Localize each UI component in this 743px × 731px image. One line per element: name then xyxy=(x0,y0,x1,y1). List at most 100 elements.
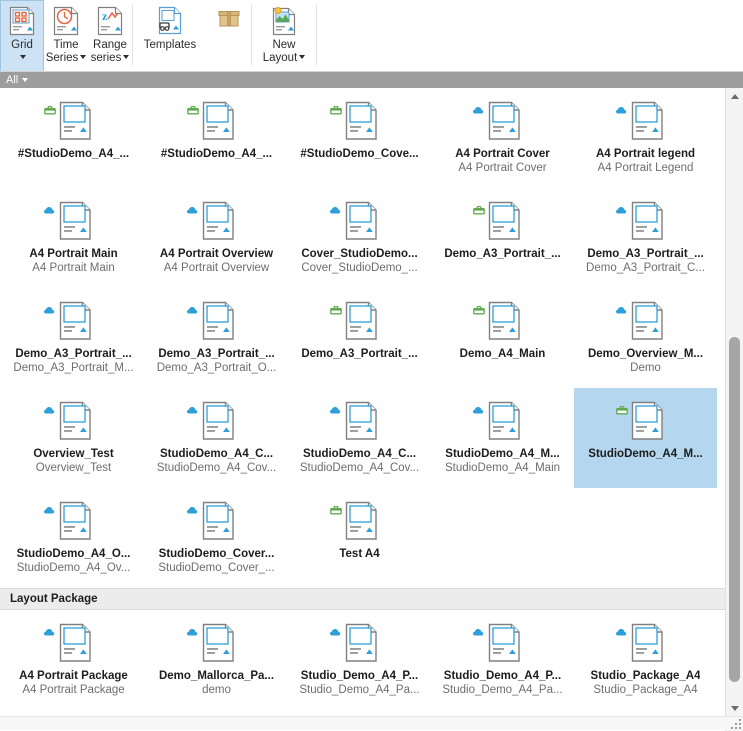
layout-thumbnail-cloud-icon xyxy=(43,621,104,666)
gallery-item[interactable]: StudioDemo_A4_M... xyxy=(574,388,717,488)
gallery-item[interactable]: Overview_Test Overview_Test xyxy=(2,388,145,488)
layout-thumbnail-cloud-icon xyxy=(472,99,533,144)
scrollbar-thumb[interactable] xyxy=(729,337,740,683)
gallery-item-subtitle: A4 Portrait Overview xyxy=(163,262,270,274)
gallery-item[interactable]: Studio_Demo_A4_P... Studio_Demo_A4_Pa... xyxy=(431,610,574,710)
range-series-dropdown-caret-icon[interactable] xyxy=(123,54,130,59)
gallery-item[interactable]: Demo_Mallorca_Pa...demo xyxy=(145,610,288,710)
resize-grip[interactable] xyxy=(729,717,741,729)
gallery-item[interactable]: A4 Portrait Cover A4 Portrait Cover xyxy=(431,88,574,188)
gallery-item-subtitle: Cover_StudioDemo_... xyxy=(301,262,418,274)
package-button[interactable] xyxy=(207,0,251,71)
gallery-item[interactable]: A4 Portrait Package A4 Portrait Package xyxy=(2,610,145,710)
new-layout-button[interactable]: New Layout xyxy=(252,0,316,71)
filter-all-dropdown[interactable]: All xyxy=(6,74,29,86)
scroll-up-button[interactable] xyxy=(726,88,743,105)
gallery-item-subtitle: Demo_A3_Portrait_C... xyxy=(586,262,705,274)
gallery-item[interactable]: #StudioDemo_A4_... xyxy=(145,88,288,188)
gallery-item-subtitle: A4 Portrait Main xyxy=(32,262,115,274)
gallery-item-subtitle: Studio_Demo_A4_Pa... xyxy=(442,684,563,696)
gallery-item-title: #StudioDemo_Cove... xyxy=(300,148,419,160)
layout-thumbnail-cloud-icon xyxy=(472,399,533,444)
gallery-item-title: StudioDemo_A4_M... xyxy=(588,448,703,460)
gallery-item[interactable]: A4 Portrait legend A4 Portrait Legend xyxy=(574,88,717,188)
grid-dropdown-caret-icon[interactable] xyxy=(18,53,26,62)
chevron-up-icon xyxy=(730,94,739,99)
gallery-item-title: Demo_Mallorca_Pa... xyxy=(158,670,275,682)
new-layout-icon xyxy=(268,4,300,38)
layout-thumbnail-cloud-icon xyxy=(329,199,390,244)
gallery-scrollbar[interactable] xyxy=(725,88,743,731)
gallery-item-title: Test A4 xyxy=(339,548,380,560)
gallery-item-title: A4 Portrait legend xyxy=(595,148,696,160)
gallery-item[interactable]: A4 Portrait Overview A4 Portrait Overview xyxy=(145,188,288,288)
gallery-item[interactable]: Test A4 xyxy=(288,488,431,588)
package-box-icon xyxy=(217,4,241,34)
layout-thumbnail-cloud-icon xyxy=(186,399,247,444)
new-layout-dropdown-caret-icon[interactable] xyxy=(299,54,306,59)
gallery-item[interactable]: StudioDemo_Cover... StudioDemo_Cover_... xyxy=(145,488,288,588)
gallery-item-title: StudioDemo_A4_O... xyxy=(16,548,131,560)
gallery-item[interactable]: Demo_A3_Portrait_... Demo_A3_Portrait_O..… xyxy=(145,288,288,388)
layout-thumbnail-cloud-icon xyxy=(329,621,390,666)
gallery-item-title: Demo_A3_Portrait_... xyxy=(15,348,132,360)
ribbon-group-new-layout: New Layout xyxy=(252,0,316,71)
time-series-button[interactable]: Time Series xyxy=(44,0,88,71)
gallery-item-subtitle: Demo_A3_Portrait_M... xyxy=(13,362,134,374)
gallery-item-title: Demo_A3_Portrait_... xyxy=(158,348,275,360)
templates-document-icon xyxy=(154,4,186,38)
layout-thumbnail-package-icon xyxy=(472,199,533,244)
gallery-item[interactable]: Demo_A3_Portrait_... Demo_A3_Portrait_C..… xyxy=(574,188,717,288)
gallery-item-title: Cover_StudioDemo... xyxy=(301,248,418,260)
layout-thumbnail-cloud-icon xyxy=(615,621,676,666)
time-series-dropdown-caret-icon[interactable] xyxy=(80,54,87,59)
gallery-item[interactable]: Demo_A3_Portrait_... Demo_A3_Portrait_M..… xyxy=(2,288,145,388)
gallery-row: Demo_A3_Portrait_... Demo_A3_Portrait_M..… xyxy=(0,288,725,388)
gallery-item[interactable]: A4 Portrait Main A4 Portrait Main xyxy=(2,188,145,288)
gallery-item[interactable]: StudioDemo_A4_O... StudioDemo_A4_Ov... xyxy=(2,488,145,588)
layout-thumbnail-cloud-icon xyxy=(615,199,676,244)
grid-button[interactable]: Grid xyxy=(0,0,44,71)
layout-thumbnail-cloud-icon xyxy=(43,499,104,544)
ribbon-group-insert: Grid Time Series z Range series xyxy=(0,0,132,71)
gallery-item[interactable]: #StudioDemo_Cove... xyxy=(288,88,431,188)
gallery-item[interactable]: Studio_Package_A4 Studio_Package_A4 xyxy=(574,610,717,710)
gallery-item-subtitle: A4 Portrait Cover xyxy=(458,162,547,174)
gallery-group-header: Layout Package xyxy=(0,588,725,610)
ribbon-group-templates: Templates xyxy=(133,0,251,71)
gallery-item-title: Studio_Demo_A4_P... xyxy=(300,670,419,682)
templates-button[interactable]: Templates xyxy=(133,0,207,71)
gallery-item-title: A4 Portrait Cover xyxy=(455,148,550,160)
gallery-item-subtitle: StudioDemo_A4_Cov... xyxy=(299,462,420,474)
gallery-item[interactable]: Demo_A3_Portrait_... xyxy=(288,288,431,388)
ribbon-toolbar: Grid Time Series z Range series Template… xyxy=(0,0,743,72)
new-layout-button-label: New Layout xyxy=(263,39,306,64)
gallery-item[interactable]: StudioDemo_A4_C... StudioDemo_A4_Cov... xyxy=(145,388,288,488)
gallery-item-title: StudioDemo_A4_C... xyxy=(302,448,417,460)
gallery-item[interactable]: StudioDemo_A4_C... StudioDemo_A4_Cov... xyxy=(288,388,431,488)
gallery-item[interactable]: Studio_Demo_A4_P... Studio_Demo_A4_Pa... xyxy=(288,610,431,710)
gallery-item[interactable]: Demo_A3_Portrait_... xyxy=(431,188,574,288)
gallery-item-title: Demo_A3_Portrait_... xyxy=(587,248,704,260)
layout-thumbnail-cloud-icon xyxy=(472,621,533,666)
range-series-button-label: Range series xyxy=(91,39,130,64)
layout-thumbnail-package-icon xyxy=(615,399,676,444)
gallery-item-title: Studio_Package_A4 xyxy=(590,670,701,682)
chevron-down-icon xyxy=(730,706,739,711)
layout-gallery-list[interactable]: #StudioDemo_A4_... #StudioDemo_A4_... #Stu… xyxy=(0,88,725,731)
scroll-down-button[interactable] xyxy=(726,700,743,717)
gallery-item-subtitle: demo xyxy=(202,684,231,696)
gallery-item[interactable]: Demo_Overview_M... Demo xyxy=(574,288,717,388)
gallery-item-title: Demo_A4_Main xyxy=(459,348,546,360)
gallery-cell-empty xyxy=(431,488,574,588)
gallery-item-subtitle: StudioDemo_A4_Ov... xyxy=(16,562,131,574)
gallery-item[interactable]: Cover_StudioDemo... Cover_StudioDemo_... xyxy=(288,188,431,288)
layout-thumbnail-package-icon xyxy=(186,99,247,144)
gallery-item[interactable]: StudioDemo_A4_M... StudioDemo_A4_Main xyxy=(431,388,574,488)
gallery-item[interactable]: Demo_A4_Main xyxy=(431,288,574,388)
range-series-button[interactable]: z Range series xyxy=(88,0,132,71)
templates-button-label: Templates xyxy=(143,39,197,51)
gallery-item[interactable]: #StudioDemo_A4_... xyxy=(2,88,145,188)
gallery-row: A4 Portrait Package A4 Portrait Package De… xyxy=(0,610,725,710)
filter-chevron-down-icon[interactable] xyxy=(22,78,29,82)
